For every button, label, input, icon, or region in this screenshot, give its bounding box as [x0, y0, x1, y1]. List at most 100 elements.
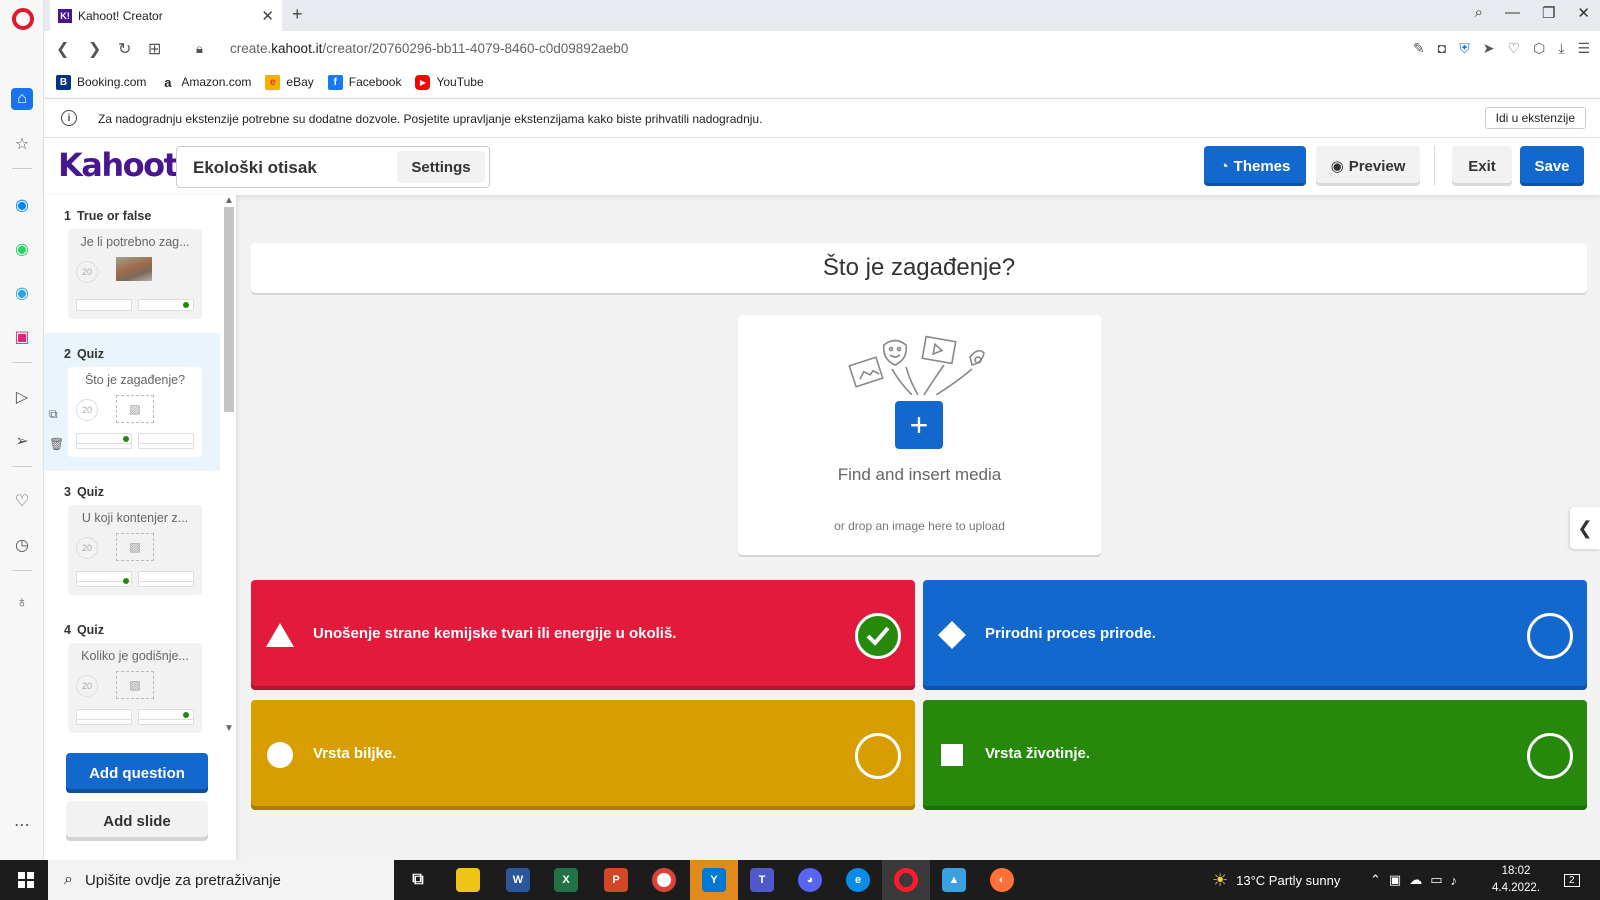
- send-icon[interactable]: ➢: [11, 430, 33, 452]
- slide-item[interactable]: 2 Quiz Što je zagađenje? 20 ▨ ⧉ 🗑︎: [44, 333, 220, 471]
- whatsapp-icon[interactable]: ◉: [11, 238, 33, 260]
- history-icon[interactable]: ◷: [11, 534, 33, 556]
- cube-icon[interactable]: ⬡: [1533, 40, 1545, 57]
- firefox-icon[interactable]: ◐: [990, 868, 1014, 892]
- back-icon[interactable]: ❮: [56, 39, 69, 59]
- file-explorer-icon[interactable]: [456, 868, 480, 892]
- menu-icon[interactable]: ☰: [1577, 40, 1590, 57]
- lightbulb-icon[interactable]: ♁: [11, 592, 33, 614]
- speed-dial-icon[interactable]: ⊞: [148, 39, 161, 59]
- exit-button[interactable]: Exit: [1452, 146, 1512, 186]
- save-button[interactable]: Save: [1520, 146, 1584, 186]
- correct-answer-checkbox[interactable]: [855, 733, 901, 779]
- slide-thumbnail[interactable]: Što je zagađenje? 20 ▨: [68, 367, 202, 457]
- edge-icon[interactable]: e: [846, 868, 870, 892]
- chevron-up-icon[interactable]: ⌃: [1370, 872, 1381, 888]
- star-icon[interactable]: ☆: [11, 133, 33, 155]
- answer-text[interactable]: Prirodni proces prirode.: [985, 625, 1156, 642]
- slide-list-scrollbar[interactable]: ▲ ▼: [220, 195, 234, 755]
- answer-option-4[interactable]: Vrsta životinje.: [923, 700, 1587, 810]
- answer-text[interactable]: Vrsta životinje.: [985, 745, 1090, 762]
- windows-start-icon[interactable]: [18, 872, 34, 888]
- close-window-icon[interactable]: ✕: [1577, 4, 1590, 22]
- bookmark-amazon[interactable]: a Amazon.com: [160, 74, 251, 90]
- answer-option-2[interactable]: Prirodni proces prirode.: [923, 580, 1587, 690]
- messenger-icon[interactable]: ◉: [11, 194, 33, 216]
- media-upload-area[interactable]: + Find and insert media or drop an image…: [738, 315, 1101, 555]
- scroll-up-icon[interactable]: ▲: [224, 195, 234, 206]
- answer-option-1[interactable]: Unošenje strane kemijske tvari ili energ…: [251, 580, 915, 690]
- search-icon[interactable]: ⌕: [1475, 4, 1483, 22]
- answer-option-3[interactable]: Vrsta biljke.: [251, 700, 915, 810]
- close-icon[interactable]: ✕: [261, 7, 274, 25]
- bookmark-youtube[interactable]: ▶ YouTube: [415, 74, 484, 90]
- scrollbar-thumb[interactable]: [224, 207, 234, 412]
- add-question-button[interactable]: Add question: [66, 753, 208, 793]
- reload-icon[interactable]: ↻: [118, 39, 131, 59]
- edit-icon[interactable]: ✎: [1413, 40, 1425, 57]
- kahoot-logo[interactable]: Kahoot!: [58, 146, 192, 184]
- add-slide-button[interactable]: Add slide: [66, 801, 208, 841]
- kahoot-title-field[interactable]: Ekološki otisak Settings: [176, 146, 490, 188]
- scroll-down-icon[interactable]: ▼: [224, 723, 234, 734]
- go-to-extensions-button[interactable]: Idi u ekstenzije: [1484, 107, 1586, 129]
- camera-icon[interactable]: ◘: [1438, 40, 1446, 57]
- minimize-icon[interactable]: —: [1505, 4, 1520, 22]
- lock-icon[interactable]: 🔒︎: [196, 41, 203, 57]
- forward-icon[interactable]: ❯: [88, 39, 101, 59]
- powerpoint-icon[interactable]: P: [604, 868, 628, 892]
- slide-thumbnail[interactable]: Koliko je godišnje... 20 ▨: [68, 643, 202, 733]
- restore-icon[interactable]: ❐: [1542, 4, 1555, 22]
- yammer-icon[interactable]: Y: [702, 868, 726, 892]
- bookmark-facebook[interactable]: f Facebook: [327, 74, 401, 90]
- battery-icon[interactable]: ▭: [1430, 872, 1442, 888]
- correct-answer-checkbox[interactable]: [1527, 613, 1573, 659]
- heart-icon[interactable]: ♡: [1507, 40, 1520, 57]
- slide-thumbnail[interactable]: Je li potrebno zag... 20: [68, 229, 202, 319]
- telegram-icon[interactable]: ◉: [11, 282, 33, 304]
- heart-icon[interactable]: ♡: [11, 490, 33, 512]
- download-icon[interactable]: ⤓: [1558, 40, 1564, 57]
- slide-item[interactable]: 4 Quiz Koliko je godišnje... 20 ▨: [44, 609, 220, 747]
- photos-icon[interactable]: ▲: [942, 868, 966, 892]
- slide-item[interactable]: 1 True or false Je li potrebno zag... 20: [44, 195, 220, 333]
- answer-text[interactable]: Unošenje strane kemijske tvari ili energ…: [313, 625, 676, 642]
- slide-thumbnail[interactable]: U koji kontenjer z... 20 ▨: [68, 505, 202, 595]
- duplicate-icon[interactable]: ⧉: [49, 407, 58, 422]
- opera-logo-icon[interactable]: [12, 8, 34, 30]
- preview-button[interactable]: ◉ Preview: [1316, 146, 1420, 186]
- question-input[interactable]: Što je zagađenje?: [251, 243, 1587, 293]
- player-icon[interactable]: ▷: [11, 386, 33, 408]
- task-view-icon[interactable]: ⧉: [406, 868, 430, 892]
- teams-icon[interactable]: T: [750, 868, 774, 892]
- expand-settings-panel-icon[interactable]: ❮: [1570, 507, 1600, 549]
- more-icon[interactable]: ⋯: [11, 814, 33, 836]
- flow-icon[interactable]: ➤: [1483, 40, 1495, 57]
- answer-text[interactable]: Vrsta biljke.: [313, 745, 396, 762]
- instagram-icon[interactable]: ▣: [11, 326, 33, 348]
- home-icon[interactable]: ⌂: [11, 88, 33, 110]
- shield-icon[interactable]: ⛨: [1459, 40, 1470, 57]
- bookmark-booking[interactable]: B Booking.com: [56, 74, 146, 90]
- excel-icon[interactable]: X: [554, 868, 578, 892]
- taskbar-search[interactable]: ⌕ Upišite ovdje za pretraživanje: [48, 860, 394, 900]
- word-icon[interactable]: W: [506, 868, 530, 892]
- onedrive-icon[interactable]: ☁: [1409, 872, 1422, 888]
- new-tab-icon[interactable]: +: [292, 4, 303, 25]
- trash-icon[interactable]: 🗑︎: [49, 437, 64, 451]
- tab-kahoot[interactable]: K! Kahoot! Creator ✕: [50, 0, 282, 31]
- meet-icon[interactable]: ▣: [1389, 872, 1401, 888]
- slide-item[interactable]: 3 Quiz U koji kontenjer z... 20 ▨: [44, 471, 220, 609]
- add-media-icon[interactable]: +: [895, 401, 943, 449]
- weather-widget[interactable]: ☀ 13°C Partly sunny: [1212, 860, 1340, 900]
- correct-answer-checkbox[interactable]: [1527, 733, 1573, 779]
- url-field[interactable]: create.kahoot.it/creator/20760296-bb11-4…: [230, 41, 628, 56]
- notifications-icon[interactable]: 2: [1564, 860, 1580, 900]
- correct-answer-checkbox[interactable]: [855, 613, 901, 659]
- clock[interactable]: 18:02 4.4.2022.: [1480, 863, 1552, 897]
- themes-button[interactable]: ◔ Themes: [1204, 146, 1306, 186]
- bookmark-ebay[interactable]: e eBay: [265, 74, 314, 90]
- opera-icon[interactable]: [894, 868, 918, 892]
- discord-icon[interactable]: ◕: [798, 868, 822, 892]
- volume-icon[interactable]: ♪: [1451, 873, 1458, 888]
